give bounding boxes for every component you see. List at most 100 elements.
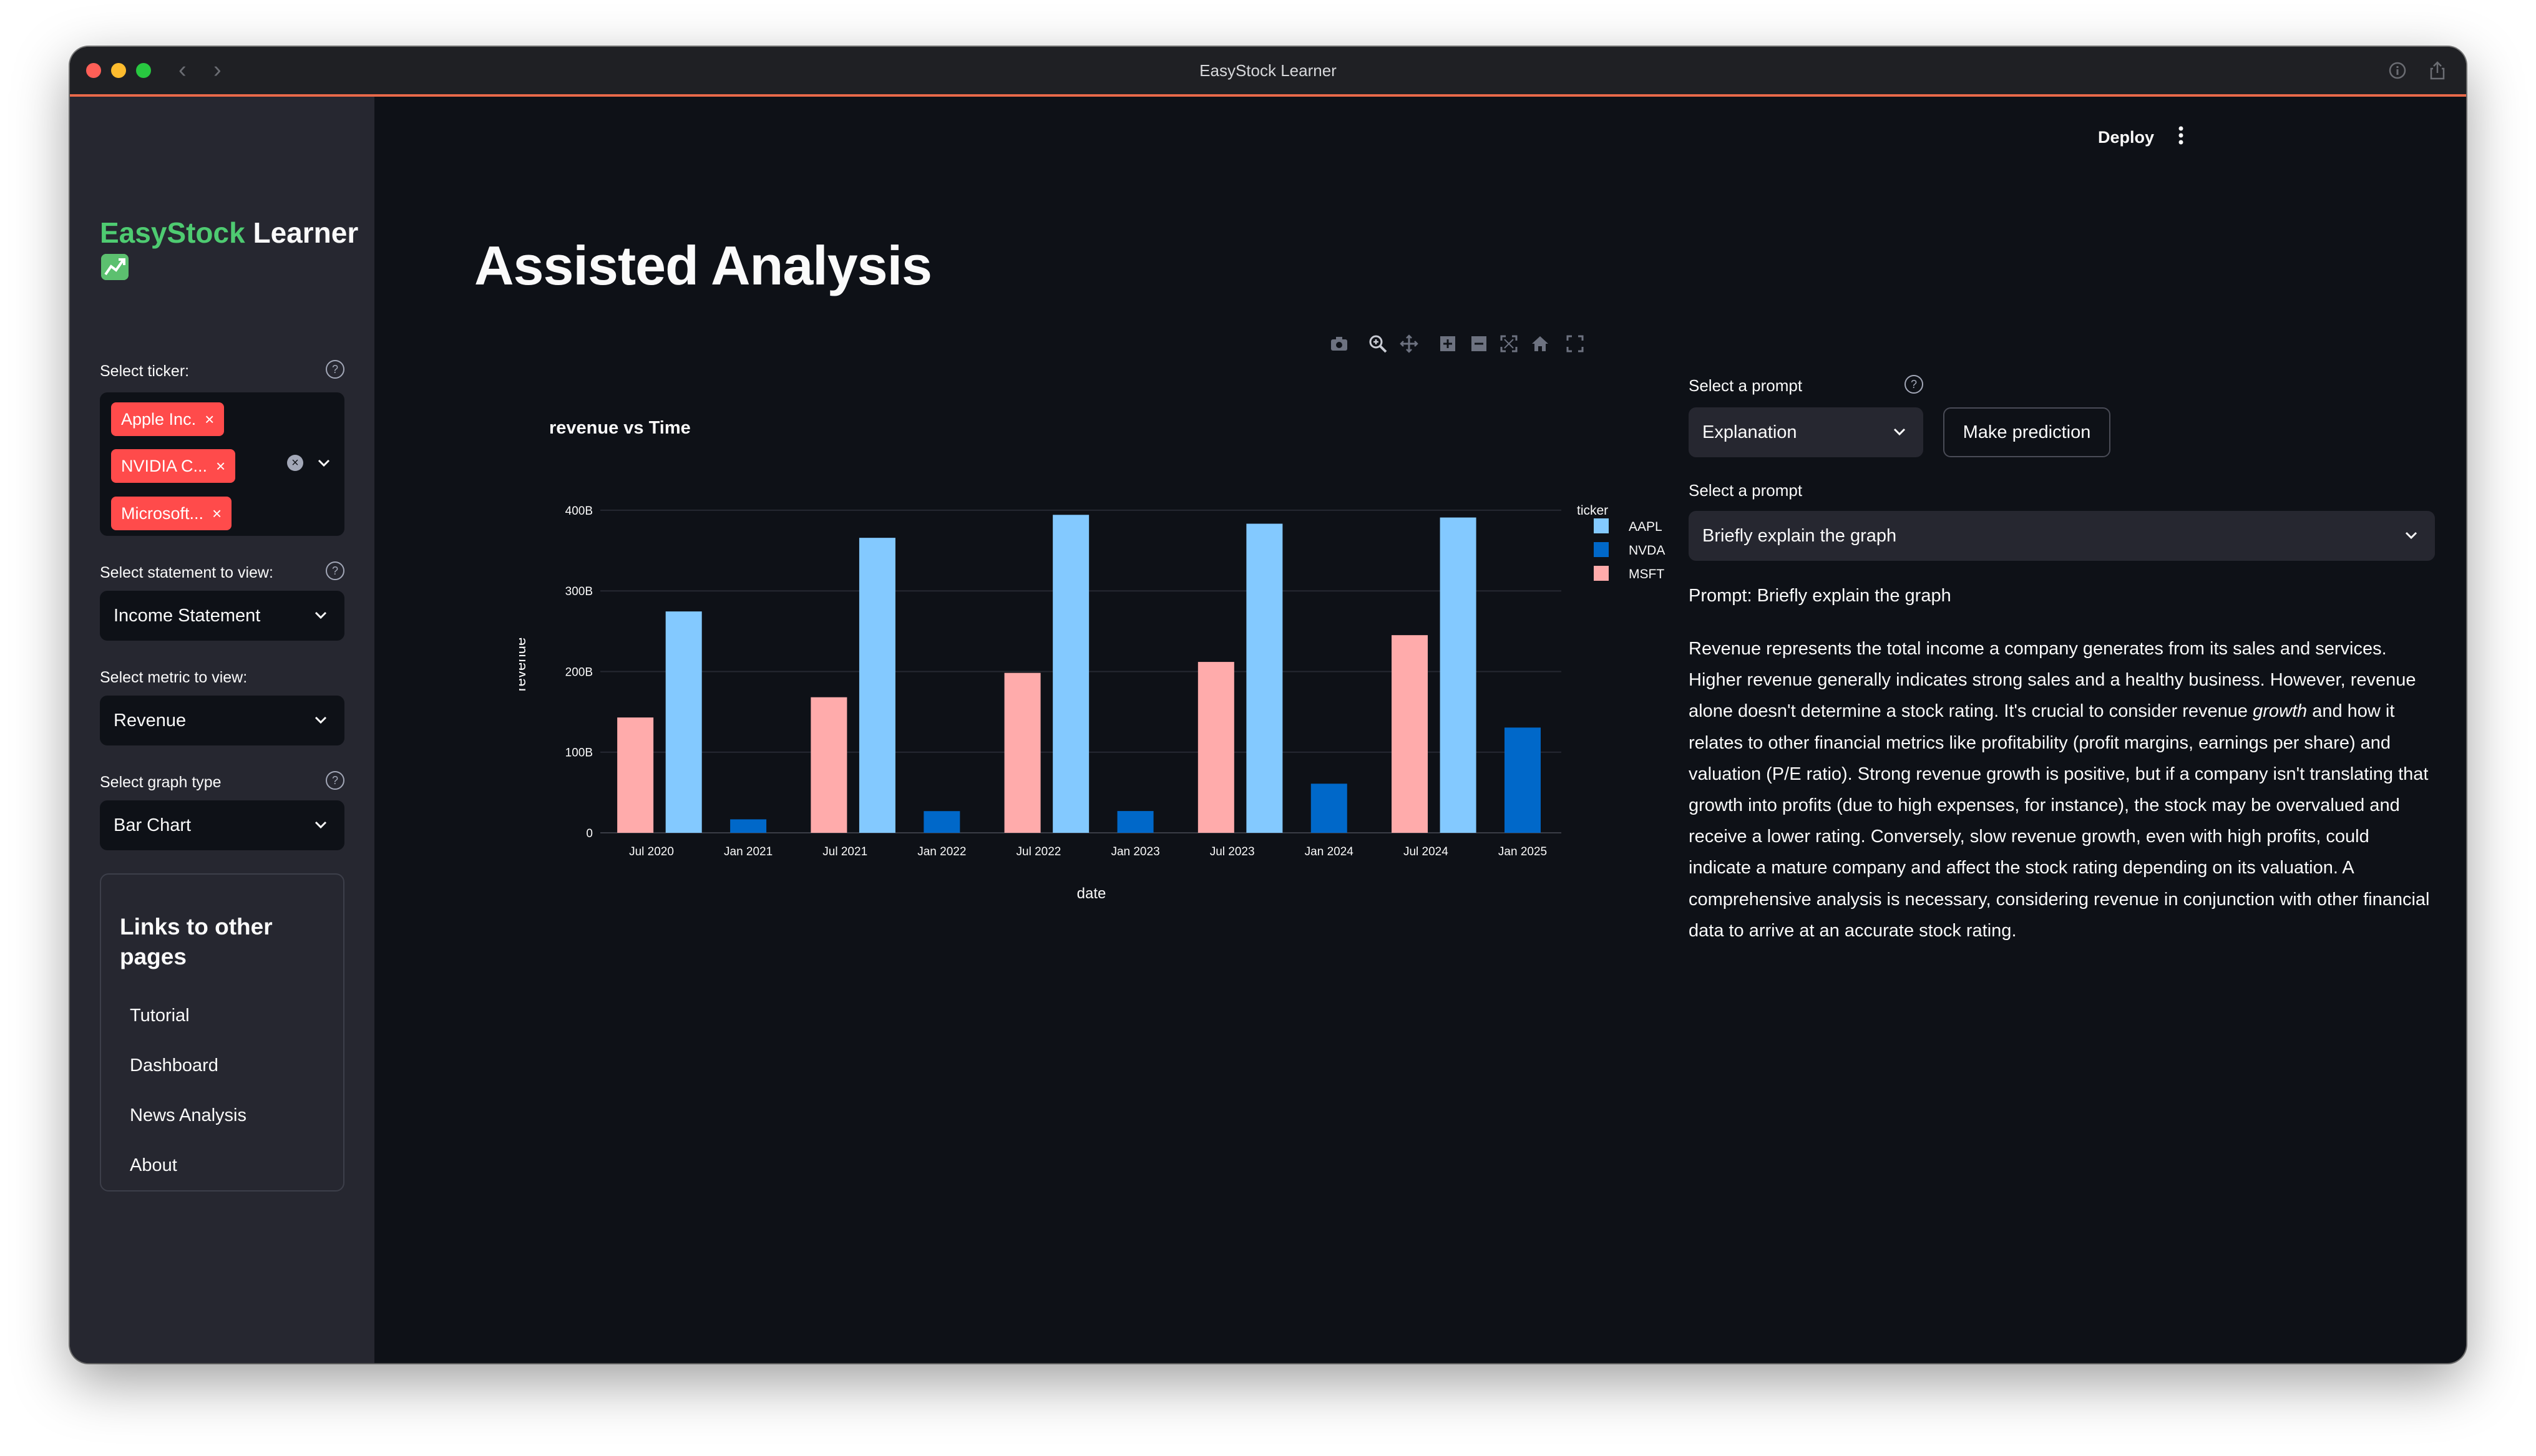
close-icon[interactable]: × bbox=[205, 410, 214, 429]
chevron-down-icon[interactable] bbox=[316, 456, 332, 470]
bar-aapl bbox=[665, 611, 702, 833]
help-icon[interactable]: ? bbox=[326, 771, 344, 790]
info-icon[interactable] bbox=[2387, 61, 2407, 80]
ticker-chip-nvidia[interactable]: NVIDIA C... × bbox=[111, 449, 236, 483]
chart-increasing-icon bbox=[101, 254, 129, 280]
bar-nvda bbox=[1117, 811, 1154, 833]
statement-label: Select statement to view: bbox=[100, 564, 273, 581]
prompt-select[interactable]: Briefly explain the graph bbox=[1689, 511, 2435, 561]
prompt-select-value: Briefly explain the graph bbox=[1702, 526, 1897, 546]
chip-label: NVIDIA C... bbox=[121, 457, 208, 475]
title-bar: ‹ › EasyStock Learner bbox=[70, 47, 2466, 97]
bar-aapl bbox=[1440, 517, 1476, 833]
chevron-down-icon bbox=[315, 716, 327, 724]
y-axis-label: revenue bbox=[519, 638, 529, 692]
bar-msft bbox=[1392, 635, 1428, 833]
y-axis-ticks: 0 100B 200B 300B 400B bbox=[565, 505, 593, 840]
prompt-label: Select a prompt bbox=[1689, 481, 1803, 500]
chevron-down-icon bbox=[315, 611, 327, 619]
legend: AAPL NVDA MSFT bbox=[1594, 518, 1665, 581]
legend-label: MSFT bbox=[1629, 567, 1664, 581]
clear-all-icon[interactable]: × bbox=[287, 455, 303, 471]
bar-aapl bbox=[859, 538, 895, 833]
x-tick-label: Jan 2025 bbox=[1498, 845, 1547, 858]
bar-nvda bbox=[730, 819, 767, 833]
prompt-type-label: Select a prompt bbox=[1689, 376, 1803, 395]
ticker-chip-apple[interactable]: Apple Inc. × bbox=[111, 402, 225, 436]
autoscale-icon[interactable] bbox=[1499, 334, 1519, 354]
bars bbox=[617, 515, 1541, 833]
help-icon[interactable]: ? bbox=[326, 561, 344, 580]
bar-aapl bbox=[1053, 515, 1090, 833]
x-tick-label: Jan 2023 bbox=[1111, 845, 1159, 858]
x-tick-label: Jan 2024 bbox=[1305, 845, 1354, 858]
statement-select[interactable]: Income Statement bbox=[100, 591, 344, 641]
revenue-bar-chart: revenue vs Time 0 100B 200B 300B 400B Jul 20… bbox=[519, 418, 1665, 902]
page-title: Assisted Analysis bbox=[474, 235, 932, 296]
chip-label: Apple Inc. bbox=[121, 410, 197, 429]
graph-type-label: Select graph type bbox=[100, 774, 222, 791]
bar-aapl bbox=[1246, 523, 1283, 833]
bar-msft bbox=[1197, 662, 1234, 833]
bar-nvda bbox=[1505, 727, 1541, 833]
x-tick-label: Jul 2022 bbox=[1017, 845, 1061, 858]
brand-easystock: EasyStock bbox=[100, 216, 245, 249]
x-axis-label: date bbox=[1077, 885, 1106, 902]
close-icon[interactable]: × bbox=[212, 504, 222, 523]
x-tick-label: Jul 2020 bbox=[629, 845, 674, 858]
home-icon[interactable] bbox=[1530, 334, 1550, 354]
legend-swatch-msft bbox=[1594, 566, 1609, 581]
y-tick-label: 300B bbox=[565, 585, 593, 598]
legend-swatch-nvda bbox=[1594, 542, 1609, 557]
close-icon[interactable]: × bbox=[216, 457, 225, 475]
prompt-type-select[interactable]: Explanation bbox=[1689, 407, 1923, 457]
pan-icon[interactable] bbox=[1399, 334, 1419, 354]
metric-select[interactable]: Revenue bbox=[100, 696, 344, 745]
prompt-type-select-value: Explanation bbox=[1702, 422, 1797, 442]
help-icon[interactable]: ? bbox=[1904, 375, 1923, 394]
y-tick-label: 100B bbox=[565, 747, 593, 760]
deploy-button[interactable]: Deploy bbox=[2098, 128, 2154, 147]
link-dashboard[interactable]: Dashboard bbox=[130, 1056, 218, 1076]
camera-icon[interactable] bbox=[1329, 334, 1349, 354]
zoom-in-icon[interactable] bbox=[1438, 334, 1458, 354]
x-tick-label: Jan 2021 bbox=[724, 845, 773, 858]
app-brand: EasyStock Learner bbox=[100, 215, 358, 250]
metric-select-value: Revenue bbox=[114, 711, 187, 730]
prompt-echo: Prompt: Briefly explain the graph bbox=[1689, 586, 1951, 606]
make-prediction-button[interactable]: Make prediction bbox=[1943, 407, 2110, 457]
y-tick-label: 200B bbox=[565, 666, 593, 679]
link-news-analysis[interactable]: News Analysis bbox=[130, 1105, 246, 1126]
x-tick-label: Jul 2024 bbox=[1403, 845, 1448, 858]
zoom-out-icon[interactable] bbox=[1469, 334, 1489, 354]
explanation-emphasis: growth bbox=[2253, 701, 2308, 722]
ticker-chip-microsoft[interactable]: Microsoft... × bbox=[111, 497, 232, 530]
chevron-down-icon bbox=[315, 821, 327, 829]
legend-swatch-aapl bbox=[1594, 518, 1609, 533]
link-about[interactable]: About bbox=[130, 1155, 177, 1176]
fullscreen-icon[interactable] bbox=[1565, 334, 1585, 354]
chart-title: revenue vs Time bbox=[549, 418, 691, 438]
bar-nvda bbox=[1310, 784, 1347, 833]
link-tutorial[interactable]: Tutorial bbox=[130, 1006, 190, 1026]
bar-msft bbox=[1004, 672, 1041, 833]
links-panel: Links to other pages Tutorial Dashboard … bbox=[100, 873, 344, 1191]
x-tick-label: Jan 2022 bbox=[917, 845, 966, 858]
zoom-icon[interactable] bbox=[1368, 334, 1388, 354]
ticker-multiselect[interactable]: Apple Inc. × NVIDIA C... × Microsoft... × × bbox=[100, 392, 344, 536]
share-icon[interactable] bbox=[2427, 61, 2447, 80]
bar-msft bbox=[617, 717, 654, 833]
more-options-icon[interactable] bbox=[2178, 123, 2184, 148]
x-tick-label: Jul 2023 bbox=[1210, 845, 1255, 858]
metric-label: Select metric to view: bbox=[100, 669, 248, 686]
help-icon[interactable]: ? bbox=[326, 360, 344, 379]
chevron-down-icon bbox=[1893, 428, 1906, 436]
explanation-part: and how it relates to other financial me… bbox=[1689, 701, 2430, 941]
legend-label: AAPL bbox=[1629, 520, 1662, 534]
y-tick-label: 400B bbox=[565, 505, 593, 518]
graph-type-select-value: Bar Chart bbox=[114, 815, 192, 835]
x-axis-ticks: Jul 2020 Jan 2021 Jul 2021 Jan 2022 Jul 2022… bbox=[629, 845, 1547, 858]
graph-type-select[interactable]: Bar Chart bbox=[100, 800, 344, 850]
statement-select-value: Income Statement bbox=[114, 606, 261, 626]
y-tick-label: 0 bbox=[586, 827, 593, 840]
